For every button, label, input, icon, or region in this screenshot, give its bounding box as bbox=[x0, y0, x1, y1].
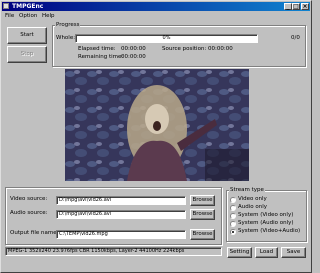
video-source-label: Video source: bbox=[10, 196, 48, 202]
frame-count: 0/0 bbox=[291, 35, 300, 41]
menu-option[interactable]: Option bbox=[19, 12, 37, 20]
stream-type-label: Stream type bbox=[229, 187, 265, 193]
radio-system-video-only-label[interactable]: System (Video only) bbox=[238, 212, 293, 219]
save-button[interactable]: Save bbox=[281, 247, 306, 258]
remaining-label: Remaining time: bbox=[78, 54, 124, 60]
video-source-field[interactable]: D:\mpg\avi\vid26.avi bbox=[56, 196, 186, 205]
title-bar[interactable]: TMPGEnc _ □ × bbox=[2, 2, 310, 11]
menu-help[interactable]: Help bbox=[42, 12, 55, 20]
audio-source-label: Audio source: bbox=[10, 210, 48, 216]
radio-system-video-audio[interactable] bbox=[230, 229, 236, 235]
output-browse-button[interactable]: Browse bbox=[190, 229, 215, 240]
radio-video-only[interactable] bbox=[230, 197, 236, 203]
menu-file[interactable]: File bbox=[5, 12, 14, 20]
audio-browse-button[interactable]: Browse bbox=[190, 209, 215, 220]
remaining-value: 00:00:00 bbox=[121, 54, 146, 60]
app-icon bbox=[3, 3, 9, 9]
output-file-field[interactable]: C:\TEMP\vid26.mpg bbox=[56, 230, 186, 239]
status-bar: MPEG-1 352x240 23.976fps CBR 1150kbps, L… bbox=[5, 247, 222, 256]
radio-system-audio-only[interactable] bbox=[230, 221, 236, 227]
elapsed-label: Elapsed time: bbox=[78, 46, 116, 52]
progress-percent: 0% bbox=[162, 35, 171, 41]
load-button[interactable]: Load bbox=[255, 247, 278, 258]
video-preview bbox=[65, 69, 249, 181]
main-window: TMPGEnc _ □ × File Option Help Start Sto… bbox=[0, 0, 312, 273]
audio-source-field[interactable]: D:\mpg\avi\vid26.avi bbox=[56, 210, 186, 219]
radio-system-audio-only-label[interactable]: System (Audio only) bbox=[238, 220, 294, 227]
progress-group-label: Progress bbox=[55, 22, 81, 28]
radio-system-video-only[interactable] bbox=[230, 213, 236, 219]
minimize-button[interactable]: _ bbox=[284, 3, 292, 10]
output-file-label: Output file name: bbox=[10, 230, 59, 236]
start-button[interactable]: Start bbox=[7, 27, 47, 44]
setting-button[interactable]: Setting bbox=[227, 247, 252, 258]
window-title: TMPGEnc bbox=[12, 3, 44, 10]
close-button[interactable]: × bbox=[301, 3, 309, 10]
source-position-value: 00:00:00 bbox=[208, 46, 233, 52]
elapsed-value: 00:00:00 bbox=[121, 46, 146, 52]
source-position-label: Source position: bbox=[162, 46, 207, 52]
maximize-button[interactable]: □ bbox=[292, 3, 300, 10]
radio-audio-only[interactable] bbox=[230, 205, 236, 211]
stop-button[interactable]: Stop bbox=[7, 46, 47, 63]
whole-label: Whole: bbox=[56, 35, 76, 41]
status-text: MPEG-1 352x240 23.976fps CBR 1150kbps, L… bbox=[8, 248, 185, 254]
video-frame-image bbox=[65, 69, 249, 181]
radio-system-video-audio-label[interactable]: System (Video+Audio) bbox=[238, 228, 300, 235]
radio-audio-only-label[interactable]: Audio only bbox=[238, 204, 267, 211]
video-browse-button[interactable]: Browse bbox=[190, 195, 215, 206]
progress-bar: 0% bbox=[75, 34, 258, 43]
radio-video-only-label[interactable]: Video only bbox=[238, 196, 267, 203]
